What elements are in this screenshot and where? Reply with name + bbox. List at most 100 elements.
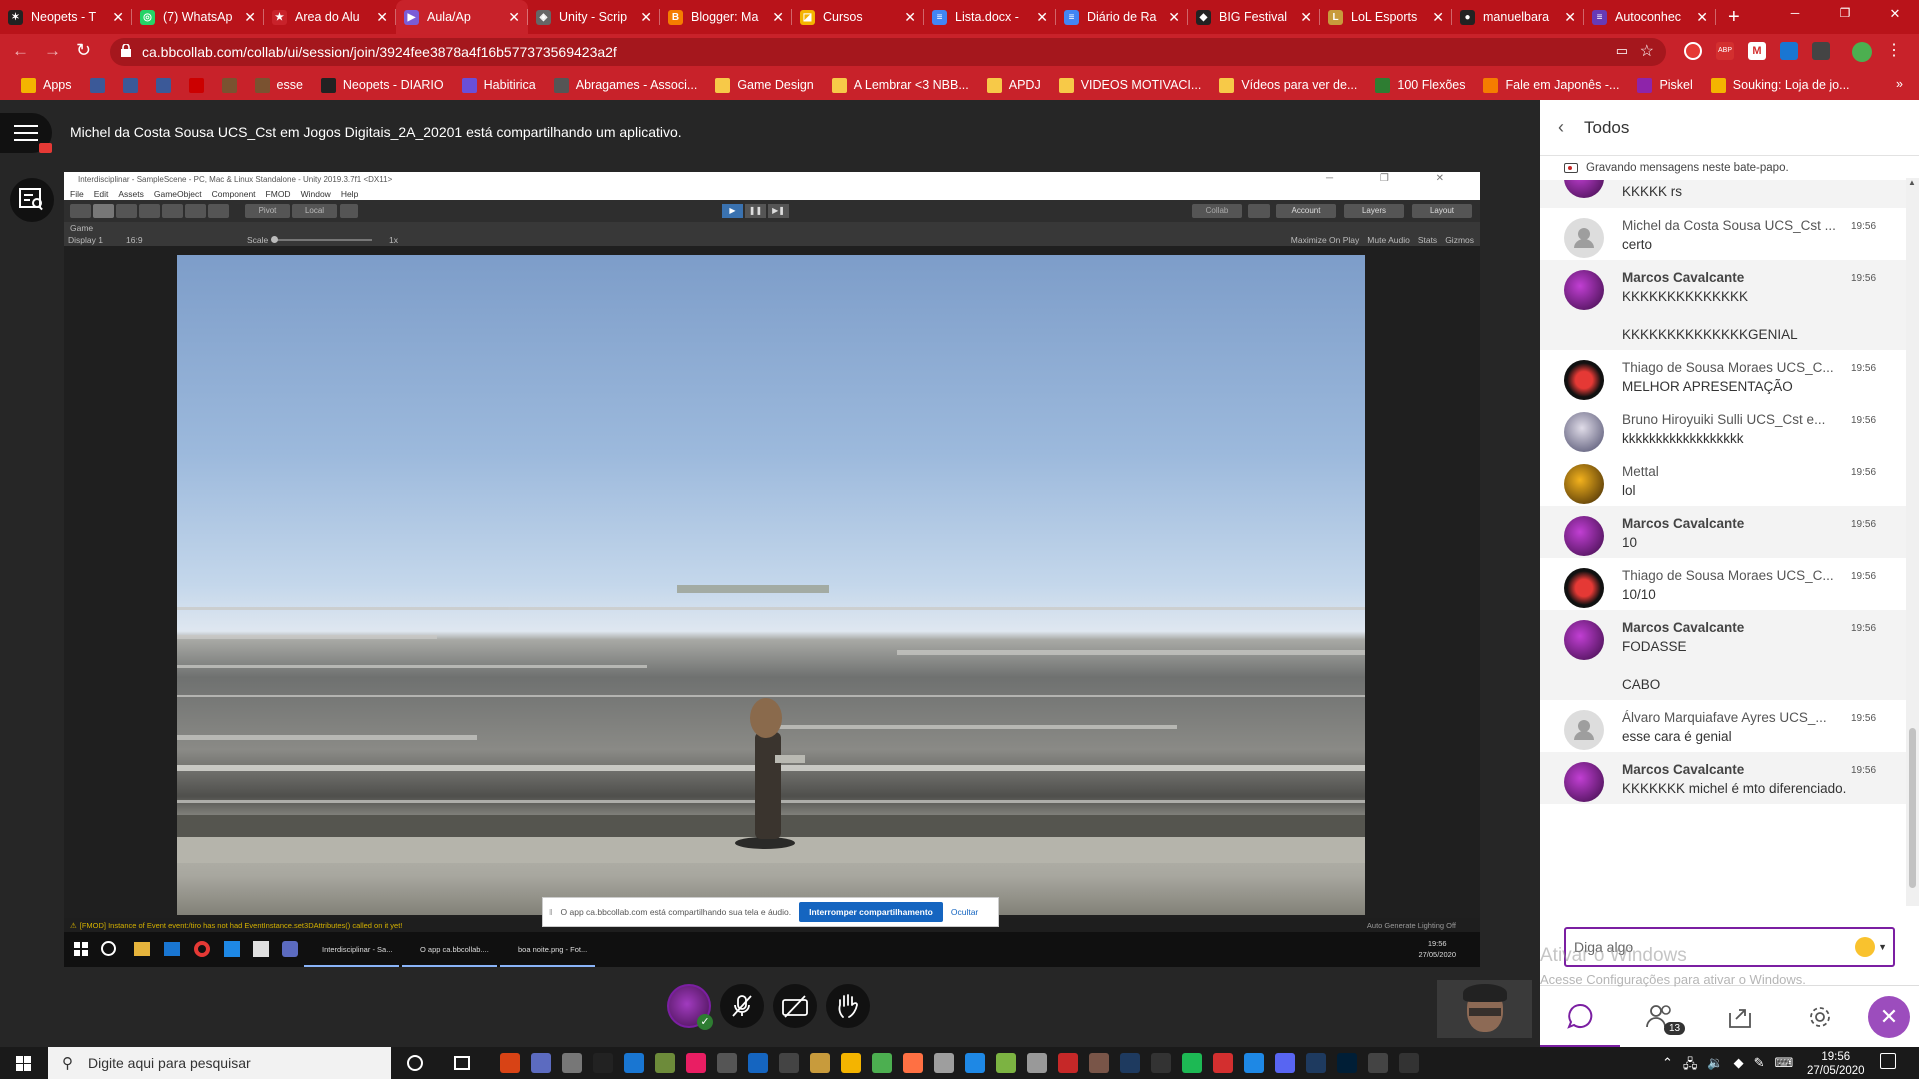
bookmark-item[interactable]: Neopets - DIARIO (312, 77, 453, 93)
tab-share-content[interactable] (1700, 986, 1780, 1048)
move-tool-icon[interactable] (93, 204, 114, 218)
browser-tab[interactable]: ≡ Autoconhec ✕ (1584, 0, 1716, 34)
vscode-icon[interactable] (224, 941, 240, 957)
pause-button[interactable]: ❚❚ (745, 204, 766, 218)
close-panel-button[interactable]: ✕ (1868, 996, 1910, 1038)
browser-tab[interactable]: ✶ Neopets - T ✕ (0, 0, 132, 34)
bookmark-item[interactable]: A Lembrar <3 NBB... (823, 77, 978, 93)
scale-slider[interactable] (271, 236, 372, 243)
game-icon[interactable] (1058, 1053, 1078, 1073)
camera-blocked-icon[interactable]: ▭ (1616, 43, 1628, 59)
mail-icon[interactable] (624, 1053, 644, 1073)
console-message[interactable]: [FMOD] Instance of Event event:/tiro has… (80, 921, 403, 930)
browser-tab[interactable]: ★ Area do Alu ✕ (264, 0, 396, 34)
taskbar-window-button[interactable]: O app ca.bbcollab.... (402, 932, 497, 967)
hand-tool-icon[interactable] (70, 204, 91, 218)
mail-icon[interactable] (164, 942, 180, 956)
transform-tool-icon[interactable] (185, 204, 206, 218)
unity-menu-item[interactable]: GameObject (154, 189, 202, 199)
chrome-icon[interactable] (872, 1053, 892, 1073)
inkscape-icon[interactable] (717, 1053, 737, 1073)
raise-hand-button[interactable] (826, 984, 870, 1028)
bookmark-item[interactable]: 100 Flexões (1366, 77, 1474, 93)
bookmark-item[interactable]: Piskel (1628, 77, 1701, 93)
grid-snap-icon[interactable] (340, 204, 358, 218)
vscode-icon[interactable] (1244, 1053, 1264, 1073)
explorer-icon[interactable] (531, 1053, 551, 1073)
game-view-option[interactable]: Maximize On Play (1291, 235, 1360, 245)
windows-start-icon[interactable] (74, 942, 88, 956)
start-button[interactable] (16, 1056, 31, 1074)
session-menu-button[interactable] (0, 113, 52, 153)
keyboard-icon[interactable]: ⌨ (1775, 1055, 1794, 1077)
bookmark-item[interactable]: Fale em Japonês -... (1474, 77, 1628, 93)
epic-games-icon[interactable] (593, 1053, 613, 1073)
spotify-icon[interactable] (1182, 1053, 1202, 1073)
tab-settings[interactable] (1780, 986, 1860, 1048)
bookmark-item[interactable]: Game Design (706, 77, 822, 93)
reload-icon[interactable]: ↻ (76, 40, 91, 61)
photoshop-icon[interactable] (1337, 1053, 1357, 1073)
tab-close-icon[interactable]: ✕ (1300, 9, 1312, 26)
collab-dropdown[interactable]: Collab (1192, 204, 1242, 218)
forward-icon[interactable]: → (44, 41, 61, 61)
tab-chat[interactable] (1540, 986, 1620, 1048)
tab-close-icon[interactable]: ✕ (640, 9, 652, 26)
bookmark-item[interactable]: Apps (12, 77, 81, 93)
account-dropdown[interactable]: Account (1276, 204, 1336, 218)
settings-icon[interactable] (934, 1053, 954, 1073)
game-view-option[interactable]: Gizmos (1445, 235, 1474, 245)
unity-menu-item[interactable]: FMOD (266, 189, 291, 199)
close-window-button[interactable]: ✕ (1870, 6, 1919, 22)
taskbar-window-button[interactable]: boa noite.png - Fot... (500, 932, 595, 967)
browser-tab[interactable]: ◆ BIG Festival ✕ (1188, 0, 1320, 34)
my-status-avatar[interactable]: ✓ (667, 984, 713, 1030)
view-options-button[interactable] (10, 178, 54, 222)
taskbar-search[interactable]: ⚲ Digite aqui para pesquisar (48, 1047, 391, 1079)
browser-tab[interactable]: ◈ Unity - Scrip ✕ (528, 0, 660, 34)
taskbar-clock[interactable]: 19:56 27/05/2020 (1807, 1050, 1865, 1078)
bookmark-item[interactable] (81, 77, 114, 93)
cloud-icon[interactable] (1248, 204, 1270, 218)
tab-close-icon[interactable]: ✕ (112, 9, 124, 26)
tab-close-icon[interactable]: ✕ (244, 9, 256, 26)
bookmark-item[interactable]: esse (246, 77, 312, 93)
teams-icon[interactable] (282, 941, 298, 957)
layout-dropdown[interactable]: Layout (1412, 204, 1472, 218)
tab-close-icon[interactable]: ✕ (772, 9, 784, 26)
unity-menu-item[interactable]: File (70, 189, 84, 199)
camera-button[interactable] (773, 984, 817, 1028)
tab-participants[interactable]: 13 (1620, 986, 1700, 1048)
bookmark-item[interactable]: Vídeos para ver de... (1210, 77, 1366, 93)
chat-scrollbar[interactable]: ▲ (1906, 178, 1919, 906)
game-icon[interactable] (1089, 1053, 1109, 1073)
browser-tab[interactable]: L LoL Esports ✕ (1320, 0, 1452, 34)
browser-tab[interactable]: ◪ Cursos ✕ (792, 0, 924, 34)
paint-icon[interactable] (1027, 1053, 1047, 1073)
steam-icon[interactable] (562, 1053, 582, 1073)
game-view-option[interactable]: Stats (1418, 235, 1437, 245)
task-view-icon[interactable] (454, 1056, 470, 1070)
bookmark-item[interactable] (147, 77, 180, 93)
pen-icon[interactable]: ✎ (1754, 1055, 1765, 1077)
microphone-button[interactable] (720, 984, 764, 1028)
address-bar[interactable]: ca.bbcollab.com/collab/ui/session/join/3… (110, 38, 1666, 66)
scroll-up-icon[interactable]: ▲ (1908, 178, 1916, 187)
unity-hub-icon[interactable] (253, 941, 269, 957)
minecraft-launcher-icon[interactable] (996, 1053, 1016, 1073)
bookmark-item[interactable] (213, 77, 246, 93)
minimize-button[interactable]: ─ (1770, 6, 1820, 22)
emoji-picker-button[interactable]: ▼ (1855, 937, 1887, 957)
tab-close-icon[interactable]: ✕ (508, 9, 520, 26)
back-icon[interactable]: ← (12, 41, 29, 61)
volume-icon[interactable]: 🔉 (1707, 1055, 1723, 1077)
unity-menu-item[interactable]: Help (341, 189, 358, 199)
browser-tab[interactable]: ▶ Aula/Ap ✕ (396, 0, 528, 34)
browser-tab[interactable]: B Blogger: Ma ✕ (660, 0, 792, 34)
notifications-icon[interactable] (1880, 1053, 1896, 1069)
tab-close-icon[interactable]: ✕ (904, 9, 916, 26)
new-tab-button[interactable]: + (1716, 0, 1740, 34)
browser-tab[interactable]: ≡ Lista.docx - ✕ (924, 0, 1056, 34)
word-icon[interactable] (965, 1053, 985, 1073)
files-icon[interactable] (841, 1053, 861, 1073)
